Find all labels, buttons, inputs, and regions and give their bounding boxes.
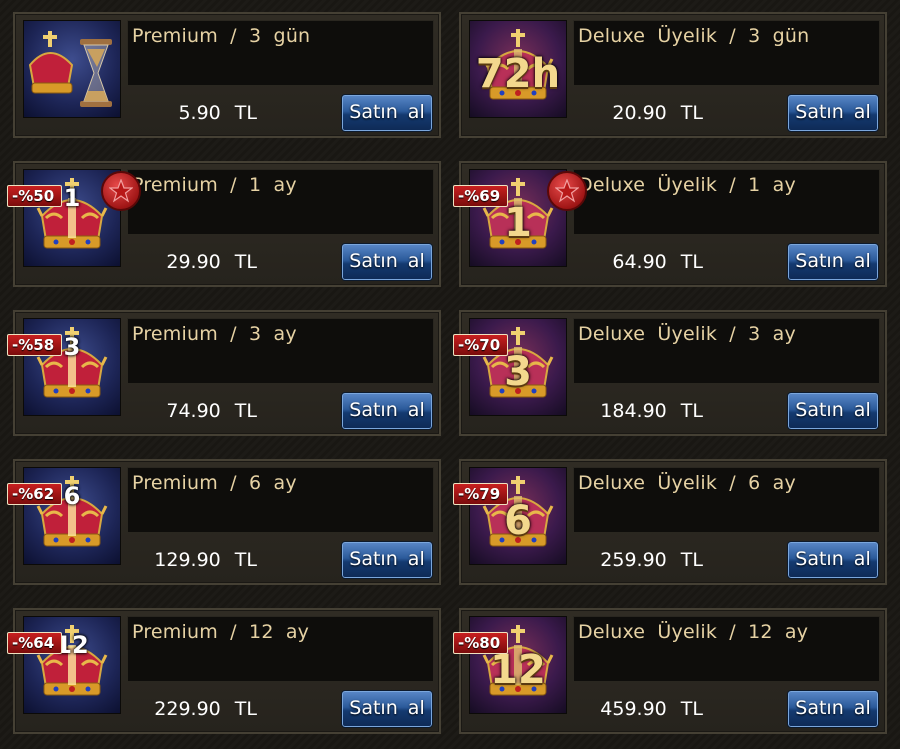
product-card-deluxe-1-ay: 1 -%69 Deluxe Üyelik / 1 ay 64.90 TL Satın a… bbox=[453, 161, 887, 287]
product-title-box: Deluxe Üyelik / 1 ay bbox=[573, 169, 880, 235]
product-price: 29.90 TL bbox=[166, 251, 257, 273]
star-seal-icon bbox=[101, 171, 141, 211]
crown-hourglass-icon bbox=[23, 20, 121, 118]
product-price: 129.90 TL bbox=[154, 549, 257, 571]
product-title: Deluxe Üyelik / 1 ay bbox=[578, 174, 796, 196]
product-price: 5.90 TL bbox=[178, 102, 257, 124]
buy-button[interactable]: Satın al bbox=[787, 94, 879, 132]
crown-icon: 6 bbox=[23, 467, 121, 565]
product-price: 74.90 TL bbox=[166, 400, 257, 422]
shop-grid: Premium / 3 gün 5.90 TL Satın al 72h Deluxe… bbox=[0, 0, 900, 749]
product-card-premium-1-ay: 1 -%50 Premium / 1 ay 29.90 TL Satın al bbox=[7, 161, 441, 287]
duration-number: 72h bbox=[475, 51, 561, 97]
discount-badge: -%50 bbox=[7, 185, 63, 207]
crown-icon: 3 bbox=[23, 318, 121, 416]
product-title-box: Premium / 1 ay bbox=[127, 169, 434, 235]
product-card-deluxe-6-ay: 6 -%79 Deluxe Üyelik / 6 ay 259.90 TL Satın … bbox=[453, 459, 887, 585]
buy-button[interactable]: Satın al bbox=[341, 690, 433, 728]
product-card-deluxe-3-ay: 3 -%70 Deluxe Üyelik / 3 ay 184.90 TL Satın … bbox=[453, 310, 887, 436]
buy-button[interactable]: Satın al bbox=[341, 541, 433, 579]
discount-badge: -%70 bbox=[453, 334, 509, 356]
product-title-box: Deluxe Üyelik / 6 ay bbox=[573, 467, 880, 533]
product-price: 259.90 TL bbox=[600, 549, 703, 571]
product-title: Deluxe Üyelik / 3 gün bbox=[578, 25, 810, 47]
buy-button[interactable]: Satın al bbox=[787, 690, 879, 728]
discount-badge: -%79 bbox=[453, 483, 509, 505]
product-card-deluxe-12-ay: 12 -%80 Deluxe Üyelik / 12 ay 459.90 TL Satı… bbox=[453, 608, 887, 734]
crown-icon: 12 bbox=[469, 616, 567, 714]
product-title: Premium / 3 gün bbox=[132, 25, 311, 47]
discount-badge: -%62 bbox=[7, 483, 63, 505]
product-title-box: Deluxe Üyelik / 12 ay bbox=[573, 616, 880, 682]
crown-72h-icon: 72h bbox=[469, 20, 567, 118]
product-title-box: Premium / 12 ay bbox=[127, 616, 434, 682]
discount-badge: -%69 bbox=[453, 185, 509, 207]
product-price: 459.90 TL bbox=[600, 698, 703, 720]
buy-button[interactable]: Satın al bbox=[787, 392, 879, 430]
star-seal-icon bbox=[547, 171, 587, 211]
product-title: Premium / 3 ay bbox=[132, 323, 297, 345]
buy-button[interactable]: Satın al bbox=[787, 541, 879, 579]
product-title: Deluxe Üyelik / 12 ay bbox=[578, 621, 809, 643]
product-card-premium-3-gun: Premium / 3 gün 5.90 TL Satın al bbox=[13, 12, 441, 138]
buy-button[interactable]: Satın al bbox=[787, 243, 879, 281]
product-price: 184.90 TL bbox=[600, 400, 703, 422]
buy-button[interactable]: Satın al bbox=[341, 94, 433, 132]
product-title: Premium / 1 ay bbox=[132, 174, 297, 196]
product-title-box: Premium / 6 ay bbox=[127, 467, 434, 533]
product-card-premium-12-ay: 12 -%64 Premium / 12 ay 229.90 TL Satın al bbox=[7, 608, 441, 734]
crown-icon: 12 bbox=[23, 616, 121, 714]
product-card-premium-3-ay: 3 -%58 Premium / 3 ay 74.90 TL Satın al bbox=[7, 310, 441, 436]
product-title: Deluxe Üyelik / 6 ay bbox=[578, 472, 796, 494]
product-card-deluxe-3-gun: 72h Deluxe Üyelik / 3 gün 20.90 TL Satın al bbox=[459, 12, 887, 138]
product-price: 64.90 TL bbox=[612, 251, 703, 273]
product-title-box: Premium / 3 ay bbox=[127, 318, 434, 384]
buy-button[interactable]: Satın al bbox=[341, 243, 433, 281]
product-title-box: Deluxe Üyelik / 3 ay bbox=[573, 318, 880, 384]
product-title-box: Deluxe Üyelik / 3 gün bbox=[573, 20, 880, 86]
product-title: Premium / 6 ay bbox=[132, 472, 297, 494]
product-title: Premium / 12 ay bbox=[132, 621, 310, 643]
crown-icon: 6 bbox=[469, 467, 567, 565]
discount-badge: -%80 bbox=[453, 632, 509, 654]
product-price: 229.90 TL bbox=[154, 698, 257, 720]
crown-icon: 3 bbox=[469, 318, 567, 416]
product-title: Deluxe Üyelik / 3 ay bbox=[578, 323, 796, 345]
discount-badge: -%64 bbox=[7, 632, 63, 654]
product-card-premium-6-ay: 6 -%62 Premium / 6 ay 129.90 TL Satın al bbox=[7, 459, 441, 585]
buy-button[interactable]: Satın al bbox=[341, 392, 433, 430]
discount-badge: -%58 bbox=[7, 334, 63, 356]
product-price: 20.90 TL bbox=[612, 102, 703, 124]
product-title-box: Premium / 3 gün bbox=[127, 20, 434, 86]
